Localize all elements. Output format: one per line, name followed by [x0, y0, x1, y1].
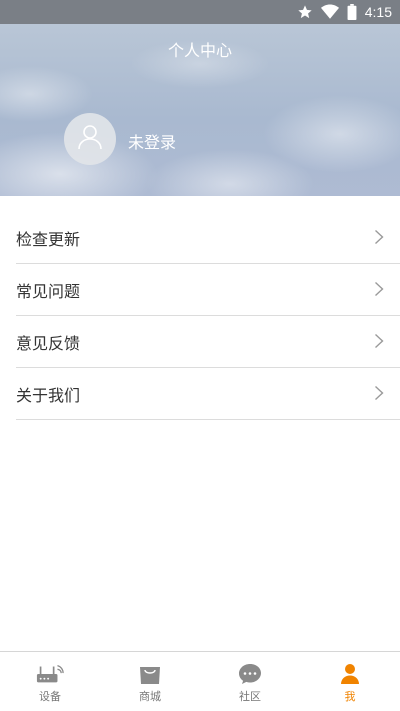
star-icon: [297, 4, 313, 20]
nav-item-shop[interactable]: 商城: [100, 652, 200, 711]
menu-item-label: 意见反馈: [16, 333, 81, 353]
status-bar: 4:15: [0, 0, 400, 24]
menu-item-feedback[interactable]: 意见反馈: [16, 316, 400, 368]
status-time: 4:15: [364, 4, 392, 20]
battery-icon: [347, 4, 357, 20]
user-icon: [76, 123, 104, 155]
profile-header: 个人中心 未登录: [0, 24, 400, 196]
nav-item-me[interactable]: 我: [300, 652, 400, 711]
menu-item-about[interactable]: 关于我们: [16, 368, 400, 420]
menu-item-faq[interactable]: 常见问题: [16, 264, 400, 316]
chat-bubble-icon: [236, 662, 264, 686]
menu-item-label: 检查更新: [16, 229, 81, 249]
wifi-icon: [320, 4, 339, 20]
menu-item-label: 关于我们: [16, 385, 81, 405]
router-icon: [36, 662, 64, 686]
login-status[interactable]: 未登录: [128, 129, 176, 153]
shop-bag-icon: [136, 662, 164, 686]
chevron-right-icon: [374, 385, 384, 401]
menu-item-label: 常见问题: [16, 281, 81, 301]
menu-item-check-update[interactable]: 检查更新: [16, 212, 400, 264]
chevron-right-icon: [374, 229, 384, 245]
nav-label: 社区: [239, 690, 261, 703]
avatar[interactable]: [64, 113, 116, 165]
nav-item-devices[interactable]: 设备: [0, 652, 100, 711]
person-icon: [336, 662, 364, 686]
bottom-nav: 设备 商城 社区 我: [0, 651, 400, 711]
nav-item-community[interactable]: 社区: [200, 652, 300, 711]
nav-label: 我: [344, 690, 356, 703]
chevron-right-icon: [374, 333, 384, 349]
chevron-right-icon: [374, 281, 384, 297]
settings-menu: 检查更新 常见问题 意见反馈 关于我们: [0, 212, 400, 420]
nav-label: 设备: [39, 690, 61, 703]
page-title: 个人中心: [167, 41, 232, 60]
nav-label: 商城: [139, 690, 161, 703]
